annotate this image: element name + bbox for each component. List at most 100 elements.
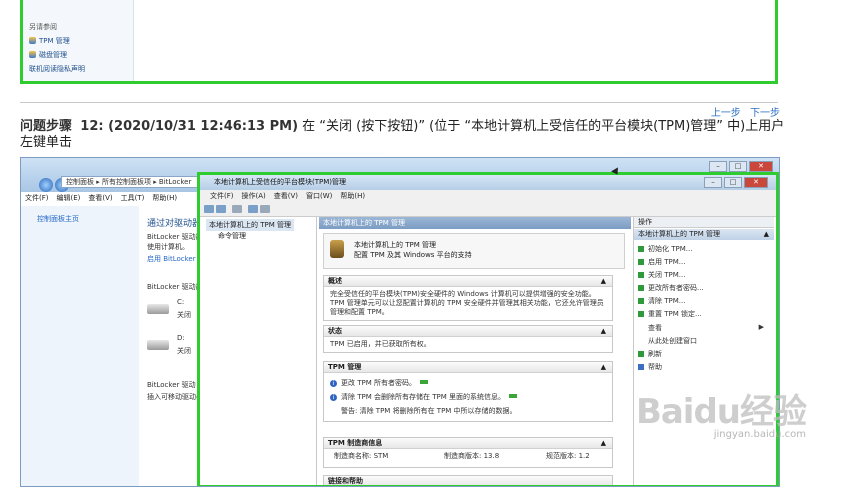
action-new-window[interactable]: 从此处创建窗口	[648, 336, 697, 346]
tpm-icon	[638, 298, 644, 304]
drive-icon	[147, 340, 169, 350]
maximize-icon[interactable]: □	[729, 161, 747, 172]
close-button[interactable]: ✕	[744, 177, 768, 188]
bitlocker-heading: 通过对驱动器	[147, 219, 202, 229]
explorer-menubar: 文件(F) 编辑(E) 查看(V) 工具(T) 帮助(H)	[21, 193, 201, 205]
show-hide-tree-icon[interactable]	[232, 205, 242, 213]
disk-management-link[interactable]: 磁盘管理	[29, 50, 67, 60]
action-close-tpm[interactable]: 关闭 TPM...	[638, 270, 685, 280]
enable-bitlocker-link[interactable]: 启用 BitLocker	[147, 254, 196, 264]
links-section: 链接和帮助	[323, 475, 613, 485]
control-panel-left-pane: 另请参阅 TPM 管理 磁盘管理 联机阅读隐私声明	[23, 0, 134, 81]
action-help[interactable]: 帮助	[638, 362, 662, 372]
tpm-toolbar	[200, 202, 776, 217]
menu-action[interactable]: 操作(A)	[242, 192, 266, 200]
collapse-icon[interactable]: ▲	[601, 362, 606, 372]
action-reset-lockout[interactable]: 重置 TPM 锁定...	[638, 309, 702, 319]
clear-warning: 警告: 清除 TPM 将删除所有在 TPM 中所以存储的数据。	[341, 407, 517, 415]
help-icon[interactable]	[248, 205, 258, 213]
see-also-label: 另请参阅	[29, 23, 57, 31]
drive-c-state: 关闭	[177, 311, 191, 319]
refresh-icon	[638, 351, 644, 357]
actions-subheader[interactable]: 本地计算机上的 TPM 管理 ▲	[634, 229, 774, 240]
menu-help[interactable]: 帮助(H)	[340, 192, 365, 200]
properties-icon[interactable]	[260, 205, 270, 213]
drive-icon	[147, 304, 169, 314]
arrow-icon[interactable]	[508, 394, 517, 398]
arrow-icon[interactable]	[420, 380, 428, 384]
minimize-icon[interactable]: –	[704, 177, 722, 188]
tree-command-management[interactable]: 命令管理	[218, 231, 246, 241]
action-initialize[interactable]: 初始化 TPM...	[638, 244, 692, 254]
action-refresh[interactable]: 刷新	[638, 349, 662, 359]
intro-box: 本地计算机上的 TPM 管理 配置 TPM 及其 Windows 平台的支持	[323, 233, 625, 269]
vendor-version: 制造商版本: 13.8	[444, 452, 500, 460]
tpm-icon	[638, 246, 644, 252]
actions-header: 操作	[634, 217, 774, 228]
tree-root[interactable]: 本地计算机上的 TPM 管理	[206, 219, 294, 231]
back-icon[interactable]	[39, 178, 53, 192]
center-header: 本地计算机上的 TPM 管理	[319, 217, 631, 229]
action-view[interactable]: 查看 ▶	[648, 323, 764, 333]
overview-text: 完全受信任的平台模块(TPM)安全硬件的 Windows 计算机可以提供增强的安…	[330, 290, 604, 316]
vendor-name: 制造商名称: STM	[334, 452, 389, 460]
action-change-owner-password[interactable]: 更改所有者密码...	[638, 283, 704, 293]
privacy-link[interactable]: 联机阅读隐私声明	[29, 64, 85, 74]
bitlocker-section-2: BitLocker 驱动	[147, 381, 196, 389]
menu-file[interactable]: 文件(F)	[25, 194, 49, 202]
tpm-titlebar: 本地计算机上受信任的平台模块(TPM)管理	[200, 175, 776, 190]
tpm-management-section: TPM 管理 ▲ i 更改 TPM 所有者密码。 i 清除 TPM 会删除所有存储在 …	[323, 361, 613, 422]
console-tree: 本地计算机上的 TPM 管理 命令管理	[200, 217, 317, 485]
tpm-icon	[638, 311, 644, 317]
menu-help[interactable]: 帮助(H)	[152, 194, 177, 202]
vendor-section: TPM 制造商信息 ▲ 制造商名称: STM 制造商版本: 13.8 规范版本: …	[323, 437, 613, 468]
control-panel-home-link[interactable]: 控制面板主页	[37, 214, 79, 224]
collapse-icon[interactable]: ▲	[601, 276, 606, 286]
step-description: 问题步骤 12: (2020/10/31 12:46:13 PM) 在 “关闭 …	[20, 119, 790, 151]
spec-version: 规范版本: 1.2	[546, 452, 590, 460]
drive-c-label: C:	[177, 298, 185, 306]
prev-step-link[interactable]: 上一步	[711, 108, 741, 119]
menu-edit[interactable]: 编辑(E)	[57, 194, 81, 202]
tpm-management-link[interactable]: TPM 管理	[29, 36, 70, 46]
back-icon[interactable]	[204, 205, 214, 213]
tpm-chip-icon	[330, 240, 344, 258]
clear-tpm-info: i 清除 TPM 会删除所有存储在 TPM 里面的系统信息。	[330, 390, 606, 404]
bitlocker-section-1: BitLocker 驱动器	[147, 283, 203, 291]
collapse-icon[interactable]: ▲	[601, 438, 606, 448]
watermark: Baidu经验 jingyan.baidu.com	[636, 384, 807, 440]
info-icon: i	[330, 394, 337, 401]
divider	[20, 102, 778, 103]
tpm-icon	[638, 285, 644, 291]
tpm-icon	[638, 272, 644, 278]
step-nav: 上一步 下一步	[705, 104, 780, 119]
explorer-window-buttons: – □ ✕	[707, 161, 773, 172]
collapse-icon[interactable]: ▲	[601, 326, 606, 336]
overview-section: 概述 ▲ 完全受信任的平台模块(TPM)安全硬件的 Windows 计算机可以提供…	[323, 275, 613, 321]
help-icon	[638, 364, 644, 370]
tpm-center-pane: 本地计算机上的 TPM 管理 本地计算机上的 TPM 管理 配置 TPM 及其 …	[319, 217, 631, 485]
menu-file[interactable]: 文件(F)	[210, 192, 234, 200]
status-section: 状态 ▲ TPM 已启用，并已获取所有权。	[323, 325, 613, 353]
forward-icon[interactable]	[216, 205, 226, 213]
tpm-menubar: 文件(F) 操作(A) 查看(V) 窗口(W) 帮助(H)	[200, 190, 776, 202]
bitlocker-section-2-desc: 插入可移动驱动器	[147, 393, 203, 401]
menu-view[interactable]: 查看(V)	[88, 194, 112, 202]
info-icon: i	[330, 380, 337, 387]
step-number-time: 12: (2020/10/31 12:46:13 PM)	[80, 119, 299, 134]
close-icon[interactable]: ✕	[749, 161, 773, 172]
status-text: TPM 已启用，并已获取所有权。	[330, 340, 431, 348]
minimize-icon[interactable]: –	[709, 161, 727, 172]
action-clear-tpm[interactable]: 清除 TPM...	[638, 296, 685, 306]
tpm-window-buttons: – □ ✕	[702, 177, 768, 188]
shield-icon	[29, 51, 36, 58]
drive-d-label: D:	[177, 334, 185, 342]
maximize-icon[interactable]: □	[724, 177, 742, 188]
next-step-link[interactable]: 下一步	[750, 108, 780, 119]
actions-pane: 操作 本地计算机上的 TPM 管理 ▲ 初始化 TPM... 启用 TPM... …	[633, 217, 774, 485]
menu-tools[interactable]: 工具(T)	[121, 194, 145, 202]
menu-window[interactable]: 窗口(W)	[306, 192, 332, 200]
menu-view[interactable]: 查看(V)	[274, 192, 298, 200]
action-enable[interactable]: 启用 TPM...	[638, 257, 685, 267]
intro-subtitle: 配置 TPM 及其 Windows 平台的支持	[354, 251, 472, 259]
